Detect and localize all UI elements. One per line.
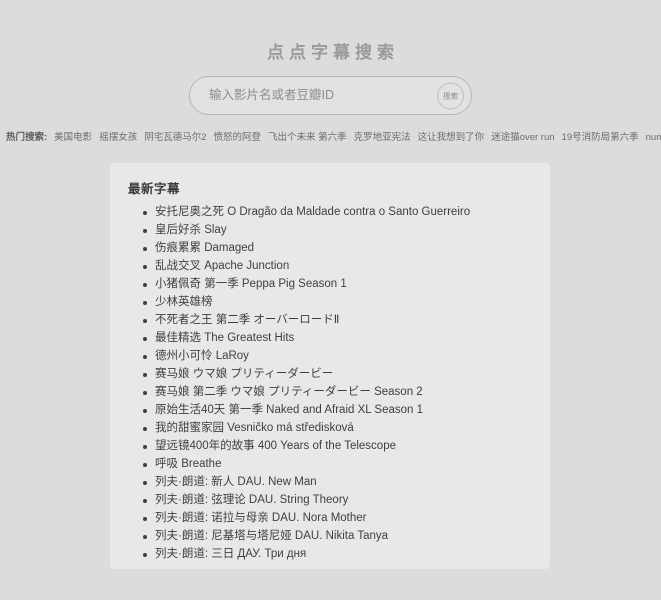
page-title: 点点字幕搜索 <box>0 0 661 63</box>
hot-search-item[interactable]: 迷途猫over run <box>491 129 554 143</box>
subtitle-link[interactable]: 安托尼奥之死 O Dragão da Maldade contra o Sant… <box>155 206 470 218</box>
list-item[interactable]: 皇后好杀 Slay <box>128 221 532 239</box>
hot-search-item[interactable]: 摇摆女孩 <box>99 129 137 143</box>
subtitle-link[interactable]: 列夫·朗道: 尼基塔与塔尼娅 DAU. Nikita Tanya <box>155 530 388 542</box>
list-item[interactable]: 小猪佩奇 第一季 Peppa Pig Season 1 <box>128 275 532 293</box>
search-button[interactable]: 搜索 <box>437 82 464 109</box>
list-item[interactable]: 赛马娘 ウマ娘 プリティーダービー <box>128 365 532 383</box>
hot-search-item[interactable]: 飞出个未来 第六季 <box>268 129 347 143</box>
search-area: 搜索 <box>0 76 661 115</box>
list-item[interactable]: 列夫·朗道: 弦理论 DAU. String Theory <box>128 491 532 509</box>
list-item[interactable]: 列夫·朗道: 三日 ДАУ. Три дня <box>128 545 532 563</box>
subtitle-list: 安托尼奥之死 O Dragão da Maldade contra o Sant… <box>128 203 532 563</box>
latest-subtitles-panel: 最新字幕 安托尼奥之死 O Dragão da Maldade contra o… <box>110 163 550 569</box>
subtitle-link[interactable]: 少林英雄榜 <box>155 296 213 308</box>
subtitle-link[interactable]: 皇后好杀 Slay <box>155 224 227 236</box>
subtitle-link[interactable]: 列夫·朗道: 诺拉与母亲 DAU. Nora Mother <box>155 512 367 524</box>
subtitle-link[interactable]: 德州小可怜 LaRoy <box>155 350 249 362</box>
list-item[interactable]: 列夫·朗道: 尼基塔与塔尼娅 DAU. Nikita Tanya <box>128 527 532 545</box>
list-item[interactable]: 德州小可怜 LaRoy <box>128 347 532 365</box>
list-item[interactable]: 列夫·朗道: 新人 DAU. New Man <box>128 473 532 491</box>
list-item[interactable]: 少林英雄榜 <box>128 293 532 311</box>
list-item[interactable]: 乱战交叉 Apache Junction <box>128 257 532 275</box>
hot-search-item[interactable]: numbers大匿森林的监视者们 <box>646 129 661 143</box>
list-item[interactable]: 最佳精选 The Greatest Hits <box>128 329 532 347</box>
subtitle-link[interactable]: 不死者之王 第二季 オーバーロードⅡ <box>155 314 339 326</box>
list-item[interactable]: 安托尼奥之死 O Dragão da Maldade contra o Sant… <box>128 203 532 221</box>
hot-search-item[interactable]: 美国电影 <box>54 129 92 143</box>
subtitle-link[interactable]: 伤痕累累 Damaged <box>155 242 254 254</box>
list-item[interactable]: 伤痕累累 Damaged <box>128 239 532 257</box>
search-input[interactable] <box>190 78 424 113</box>
panel-title: 最新字幕 <box>128 178 532 197</box>
hot-search-item[interactable]: 19号消防局第六季 <box>562 129 639 143</box>
subtitle-link[interactable]: 小猪佩奇 第一季 Peppa Pig Season 1 <box>155 278 347 290</box>
list-item[interactable]: 原始生活40天 第一季 Naked and Afraid XL Season 1 <box>128 401 532 419</box>
subtitle-link[interactable]: 乱战交叉 Apache Junction <box>155 260 289 272</box>
subtitle-link[interactable]: 赛马娘 ウマ娘 プリティーダービー <box>155 368 333 380</box>
subtitle-link[interactable]: 列夫·朗道: 弦理论 DAU. String Theory <box>155 494 348 506</box>
list-item[interactable]: 望远镜400年的故事 400 Years of the Telescope <box>128 437 532 455</box>
hot-search-item[interactable]: 这让我想到了你 <box>418 129 485 143</box>
list-item[interactable]: 我的甜蜜家园 Vesničko má středisková <box>128 419 532 437</box>
subtitle-link[interactable]: 赛马娘 第二季 ウマ娘 プリティーダービー Season 2 <box>155 386 423 398</box>
subtitle-link[interactable]: 列夫·朗道: 新人 DAU. New Man <box>155 476 317 488</box>
subtitle-link[interactable]: 望远镜400年的故事 400 Years of the Telescope <box>155 440 396 452</box>
hot-search-label: 热门搜索: <box>6 129 47 143</box>
page-root: 点点字幕搜索 搜索 热门搜索: 美国电影 摇摆女孩 阴宅瓦德马尔2 愤怒的阿登 … <box>0 0 661 600</box>
list-item[interactable]: 列夫·朗道: 诺拉与母亲 DAU. Nora Mother <box>128 509 532 527</box>
list-item[interactable]: 不死者之王 第二季 オーバーロードⅡ <box>128 311 532 329</box>
subtitle-link[interactable]: 我的甜蜜家园 Vesničko má středisková <box>155 422 354 434</box>
subtitle-link[interactable]: 列夫·朗道: 三日 ДАУ. Три дня <box>155 548 306 560</box>
list-item[interactable]: 呼吸 Breathe <box>128 455 532 473</box>
hot-search-item[interactable]: 阴宅瓦德马尔2 <box>144 129 206 143</box>
subtitle-link[interactable]: 呼吸 Breathe <box>155 458 221 470</box>
hot-search-item[interactable]: 克罗地亚宪法 <box>354 129 411 143</box>
hot-search-item[interactable]: 愤怒的阿登 <box>214 129 262 143</box>
hot-search-row: 热门搜索: 美国电影 摇摆女孩 阴宅瓦德马尔2 愤怒的阿登 飞出个未来 第六季 … <box>0 129 661 143</box>
subtitle-link[interactable]: 原始生活40天 第一季 Naked and Afraid XL Season 1 <box>155 404 423 416</box>
list-item[interactable]: 赛马娘 第二季 ウマ娘 プリティーダービー Season 2 <box>128 383 532 401</box>
subtitle-link[interactable]: 最佳精选 The Greatest Hits <box>155 332 294 344</box>
search-box[interactable]: 搜索 <box>189 76 472 115</box>
